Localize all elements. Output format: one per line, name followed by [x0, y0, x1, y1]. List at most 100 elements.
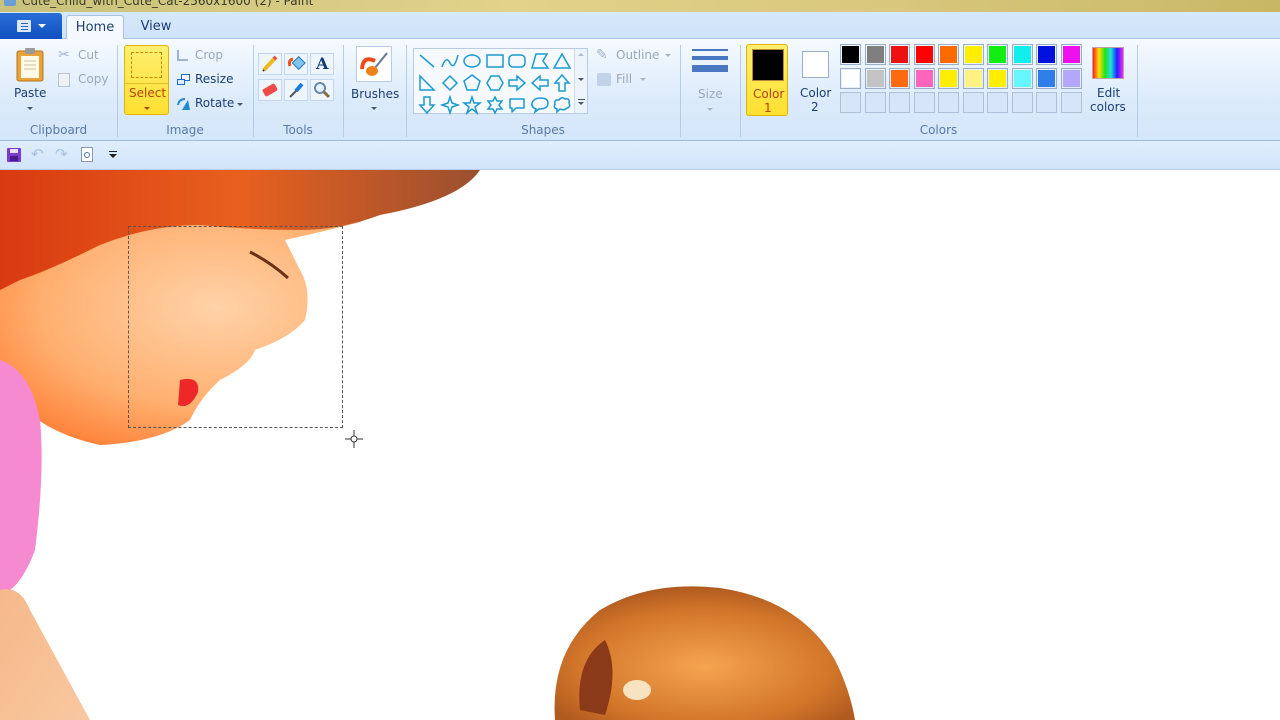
- palette-color-swatch[interactable]: [1036, 44, 1057, 65]
- save-icon[interactable]: [7, 148, 21, 162]
- paste-button[interactable]: Paste: [6, 45, 52, 115]
- group-separator: [680, 45, 681, 137]
- drawing-canvas[interactable]: [0, 170, 1280, 720]
- palette-empty-swatch[interactable]: [938, 92, 959, 113]
- undo-icon[interactable]: ↶: [31, 145, 44, 163]
- magnifier-icon: [314, 82, 331, 99]
- palette-color-swatch[interactable]: [1036, 68, 1057, 89]
- palette-empty-swatch[interactable]: [962, 92, 984, 113]
- tab-home[interactable]: Home: [66, 15, 124, 40]
- shape-polygon-icon[interactable]: [530, 51, 550, 71]
- paint-menu-button[interactable]: [0, 13, 62, 39]
- resize-button[interactable]: Resize: [176, 71, 238, 89]
- shape-up-arrow-icon[interactable]: [552, 73, 572, 93]
- palette-color-swatch[interactable]: [1060, 68, 1082, 89]
- rotate-button[interactable]: Rotate: [176, 95, 246, 113]
- shape-six-point-star-icon[interactable]: [485, 95, 505, 115]
- text-tool[interactable]: A: [310, 53, 334, 75]
- tab-view[interactable]: View: [130, 15, 182, 40]
- palette-empty-swatch[interactable]: [1036, 92, 1057, 113]
- palette-empty-swatch[interactable]: [987, 92, 1008, 113]
- shape-pentagon-icon[interactable]: [462, 73, 482, 93]
- edit-colors-button[interactable]: Edit colors: [1088, 44, 1128, 116]
- palette-color-swatch[interactable]: [840, 44, 861, 65]
- paste-icon: [16, 48, 44, 82]
- shape-four-point-star-icon[interactable]: [439, 94, 460, 116]
- palette-empty-swatch[interactable]: [864, 92, 886, 113]
- palette-color-swatch[interactable]: [889, 44, 910, 65]
- palette-color-swatch[interactable]: [864, 68, 886, 89]
- title-bar: Cute_Child_with_Cute_Cat-2560x1600 (2) -…: [0, 0, 1280, 12]
- fill-tool[interactable]: [284, 53, 308, 75]
- palette-empty-swatch[interactable]: [1060, 92, 1082, 113]
- color2-label: Color: [800, 86, 832, 100]
- selection-rectangle[interactable]: [128, 226, 343, 428]
- magnifier-tool[interactable]: [310, 79, 334, 101]
- palette-color-swatch[interactable]: [987, 68, 1008, 89]
- size-button[interactable]: Size: [686, 45, 734, 115]
- shape-left-arrow-icon[interactable]: [530, 73, 550, 93]
- palette-color-swatch[interactable]: [1060, 44, 1082, 65]
- palette-color-swatch[interactable]: [962, 44, 984, 65]
- shape-right-arrow-icon[interactable]: [507, 73, 527, 93]
- palette-color-swatch[interactable]: [938, 44, 959, 65]
- palette-color-swatch[interactable]: [987, 44, 1008, 65]
- copy-button[interactable]: Copy: [58, 71, 113, 89]
- shape-right-triangle-icon[interactable]: [417, 73, 437, 93]
- palette-color-swatch[interactable]: [840, 68, 861, 89]
- shape-triangle-icon[interactable]: [552, 51, 572, 71]
- shape-rounded-rectangle-icon[interactable]: [507, 51, 527, 71]
- paint-bucket-icon: [287, 55, 306, 71]
- palette-color-swatch[interactable]: [864, 44, 886, 65]
- palette-color-swatch[interactable]: [1011, 68, 1033, 89]
- shape-diamond-icon[interactable]: [440, 73, 460, 93]
- shape-rounded-callout-icon[interactable]: [507, 95, 527, 115]
- edit-colors-label-1: Edit: [1097, 86, 1121, 100]
- palette-empty-swatch[interactable]: [840, 92, 861, 113]
- eraser-tool[interactable]: [258, 79, 282, 101]
- palette-empty-swatch[interactable]: [913, 92, 935, 113]
- color1-label: Color: [753, 87, 785, 101]
- customize-qat-icon[interactable]: [109, 151, 117, 159]
- shape-oval-icon[interactable]: [462, 51, 482, 71]
- select-marquee-icon: [131, 52, 162, 78]
- shape-line-icon[interactable]: [417, 51, 437, 71]
- color2-button[interactable]: Color 2: [794, 44, 836, 116]
- scroll-down-icon[interactable]: [578, 78, 584, 81]
- rainbow-icon: [1092, 47, 1124, 79]
- copy-icon: [58, 73, 70, 87]
- shape-cloud-callout-icon[interactable]: [552, 95, 572, 115]
- shape-oval-callout-icon[interactable]: [530, 95, 550, 115]
- scroll-up-icon[interactable]: [578, 53, 584, 56]
- color2-swatch: [802, 51, 829, 78]
- expand-gallery-icon[interactable]: [578, 99, 585, 100]
- crop-button[interactable]: Crop: [176, 47, 236, 65]
- size-dropdown-icon: [707, 108, 713, 111]
- outline-button[interactable]: ✎ Outline: [594, 47, 674, 65]
- palette-color-swatch[interactable]: [962, 68, 984, 89]
- print-preview-icon[interactable]: [81, 147, 93, 162]
- shape-hexagon-icon[interactable]: [485, 73, 505, 93]
- palette-empty-swatch[interactable]: [889, 92, 910, 113]
- select-button[interactable]: Select: [124, 45, 169, 115]
- palette-color-swatch[interactable]: [889, 68, 910, 89]
- brushes-dropdown-icon: [371, 107, 377, 110]
- cut-button[interactable]: ✂ Cut: [58, 47, 108, 65]
- palette-color-swatch[interactable]: [938, 68, 959, 89]
- shape-rectangle-icon[interactable]: [485, 51, 505, 71]
- palette-color-swatch[interactable]: [913, 68, 935, 89]
- palette-color-swatch[interactable]: [913, 44, 935, 65]
- redo-icon[interactable]: ↷: [55, 145, 68, 163]
- color-picker-tool[interactable]: [284, 79, 308, 101]
- palette-color-swatch[interactable]: [1011, 44, 1033, 65]
- palette-empty-swatch[interactable]: [1011, 92, 1033, 113]
- shape-curve-icon[interactable]: [440, 51, 460, 71]
- pencil-tool[interactable]: [258, 53, 282, 75]
- shape-down-arrow-icon[interactable]: [417, 95, 437, 115]
- shapes-scroll[interactable]: [574, 49, 587, 113]
- color1-button[interactable]: Color 1: [746, 44, 788, 116]
- crop-label: Crop: [195, 48, 224, 62]
- brushes-button[interactable]: Brushes: [347, 43, 403, 115]
- shape-five-point-star-icon[interactable]: [461, 94, 483, 116]
- fill-button[interactable]: Fill: [594, 71, 650, 89]
